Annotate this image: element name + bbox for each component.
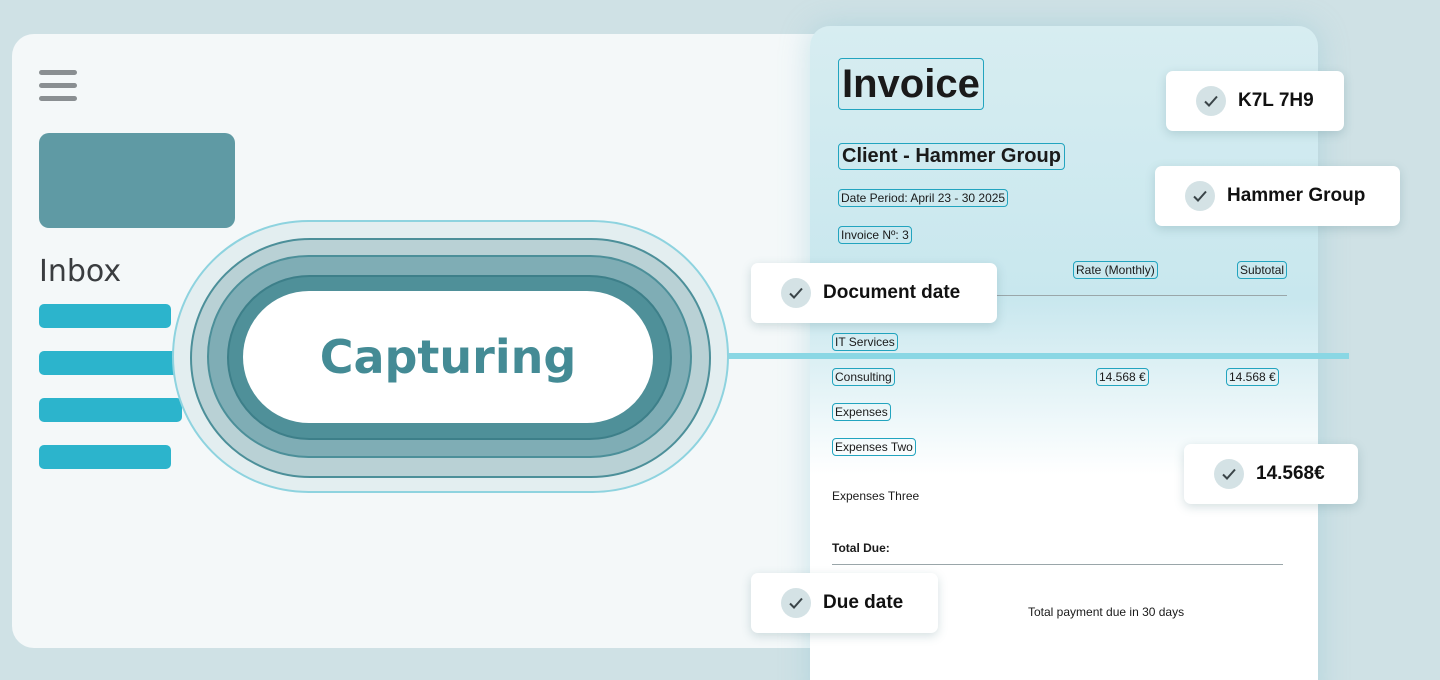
line-item: Expenses Two xyxy=(832,438,916,456)
line-item: Expenses xyxy=(832,403,891,421)
column-header-rate: Rate (Monthly) xyxy=(1073,261,1158,279)
chip-company: Hammer Group xyxy=(1155,166,1400,226)
hamburger-menu-icon[interactable] xyxy=(39,70,77,102)
document-thumbnail[interactable] xyxy=(39,133,235,228)
checkmark-icon xyxy=(1196,86,1226,116)
total-due-label: Total Due: xyxy=(832,541,890,555)
inbox-item[interactable] xyxy=(39,304,171,328)
chip-document-date: Document date xyxy=(751,263,997,323)
total-divider xyxy=(832,564,1283,565)
line-item-subtotal: 14.568 € xyxy=(1226,368,1279,386)
invoice-date-period: Date Period: April 23 - 30 2025 xyxy=(838,189,1009,207)
inbox-item[interactable] xyxy=(39,445,171,469)
invoice-number: Invoice Nº: 3 xyxy=(838,226,912,244)
line-item: Consulting xyxy=(832,368,895,386)
chip-postal-code: K7L 7H9 xyxy=(1166,71,1344,131)
capturing-label: Capturing xyxy=(319,330,577,384)
invoice-title: Invoice xyxy=(838,58,984,110)
capture-scan-line xyxy=(726,353,1349,359)
column-header-subtotal: Subtotal xyxy=(1237,261,1288,279)
payment-note: Total payment due in 30 days xyxy=(1028,605,1185,619)
line-item: Expenses Three xyxy=(832,489,920,503)
inbox-label: Inbox xyxy=(39,254,122,289)
chip-due-date: Due date xyxy=(751,573,938,633)
checkmark-icon xyxy=(1185,181,1215,211)
checkmark-icon xyxy=(781,278,811,308)
inbox-item[interactable] xyxy=(39,398,182,422)
chip-amount: 14.568€ xyxy=(1184,444,1358,504)
checkmark-icon xyxy=(781,588,811,618)
invoice-client: Client - Hammer Group xyxy=(838,143,1065,170)
line-item-rate: 14.568 € xyxy=(1096,368,1149,386)
line-item: IT Services xyxy=(832,333,898,351)
checkmark-icon xyxy=(1214,459,1244,489)
